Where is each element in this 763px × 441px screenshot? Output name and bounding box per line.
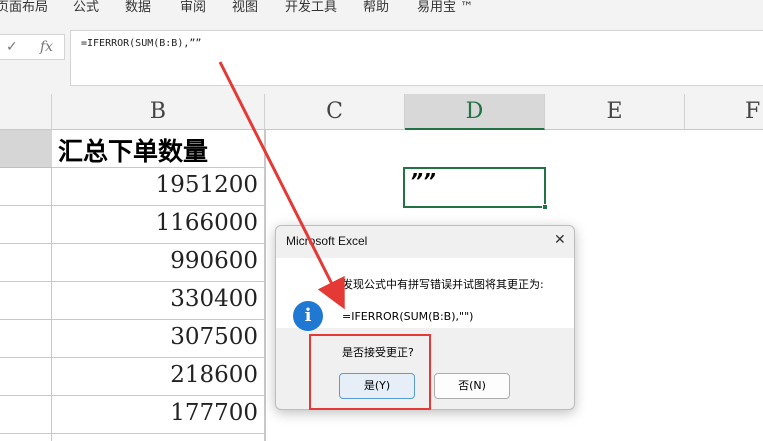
cell-a[interactable]	[0, 396, 52, 434]
cell-a[interactable]	[0, 320, 52, 358]
close-icon[interactable]: ✕	[554, 232, 566, 248]
dialog-message: 发现公式中有拼写错误并试图将其更正为:	[342, 278, 544, 291]
no-button[interactable]: 否(N)	[434, 373, 510, 399]
checkmark-icon[interactable]: ✓	[6, 37, 18, 57]
cell-a[interactable]	[0, 244, 52, 282]
cell-value: 307500	[170, 324, 258, 350]
col-header-b[interactable]: B	[52, 94, 265, 130]
col-header-e[interactable]: E	[545, 94, 685, 130]
menu-developer[interactable]: 开发工具	[285, 0, 337, 16]
menu-view[interactable]: 视图	[232, 0, 258, 16]
table-row[interactable]: 1166000	[52, 206, 265, 244]
cell-a[interactable]	[0, 206, 52, 244]
cell-a[interactable]	[0, 282, 52, 320]
menu-page-layout[interactable]: 页面布局	[0, 0, 48, 16]
col-header-a[interactable]	[0, 94, 52, 130]
table-row[interactable]: 330400	[52, 282, 265, 320]
dialog-suggestion: =IFERROR(SUM(B:B),"")	[342, 310, 474, 323]
col-header-d[interactable]: D	[405, 94, 545, 130]
formula-bar-buttons: ✓ fx	[0, 34, 65, 60]
function-icon[interactable]: fx	[40, 37, 53, 57]
dialog-body: i 发现公式中有拼写错误并试图将其更正为: =IFERROR(SUM(B:B),…	[276, 258, 574, 331]
cell-value: 330400	[170, 286, 258, 312]
table-row[interactable]: 177700	[52, 396, 265, 434]
active-cell-d[interactable]: ””	[403, 167, 548, 210]
menu-data[interactable]: 数据	[125, 0, 151, 16]
table-row[interactable]	[52, 434, 265, 441]
cell-a[interactable]	[0, 358, 52, 396]
col-header-f[interactable]: F	[685, 94, 763, 130]
cell-header-text: 汇总下单数量	[58, 137, 209, 166]
formula-text: =IFERROR(SUM(B:B),””	[81, 38, 202, 49]
row-header-selected[interactable]	[0, 130, 52, 168]
table-row[interactable]: 218600	[52, 358, 265, 396]
menu-formulas[interactable]: 公式	[73, 0, 99, 16]
grid-line	[265, 130, 266, 441]
cell-a[interactable]	[0, 168, 52, 206]
formula-input[interactable]: =IFERROR(SUM(B:B),””	[70, 30, 763, 86]
dialog-title: Microsoft Excel	[286, 234, 368, 248]
annotation-highlight-box	[309, 334, 431, 410]
ribbon-menu: 页面布局 公式 数据 审阅 视图 开发工具 帮助 易用宝 ™	[0, 0, 763, 22]
cell-value: 990600	[170, 248, 258, 274]
col-header-c[interactable]: C	[265, 94, 405, 130]
menu-help[interactable]: 帮助	[363, 0, 389, 16]
active-cell-value: ””	[410, 169, 436, 193]
fill-handle[interactable]	[542, 204, 548, 210]
menu-review[interactable]: 审阅	[180, 0, 206, 16]
cell-value: 218600	[170, 362, 258, 388]
info-icon: i	[293, 301, 323, 331]
menu-easy-tools[interactable]: 易用宝 ™	[417, 0, 473, 16]
table-row[interactable]: 307500	[52, 320, 265, 358]
table-row[interactable]: 990600	[52, 244, 265, 282]
cell-b-header[interactable]: 汇总下单数量	[52, 130, 265, 168]
cell-value: 177700	[170, 400, 258, 426]
cell-a[interactable]	[0, 434, 52, 441]
cell-value: 1951200	[155, 172, 258, 198]
table-row[interactable]: 1951200	[52, 168, 265, 206]
cell-value: 1166000	[155, 210, 258, 236]
formula-bar-area: ✓ fx =IFERROR(SUM(B:B),””	[0, 22, 763, 94]
